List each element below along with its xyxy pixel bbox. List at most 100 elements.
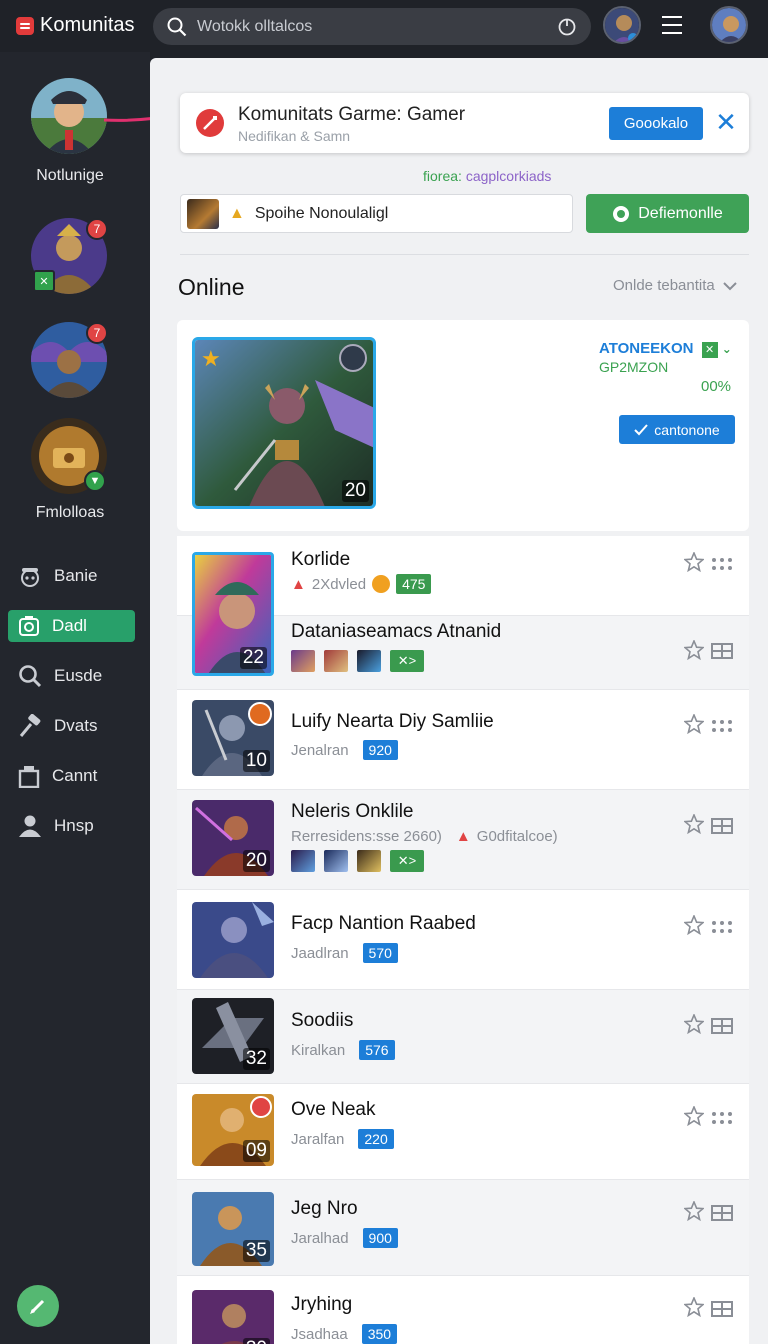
search-icon (167, 17, 187, 36)
list-item[interactable]: 22 Korlide ▲ 2Xdvled 475 (177, 536, 749, 676)
online-status-icon: ✕ (33, 270, 55, 292)
primary-action-button[interactable]: Defiemonlle (586, 194, 749, 233)
nav-item-hnsp[interactable]: Hnsp (8, 810, 135, 842)
tag-thumbnail (357, 650, 381, 672)
featured-image: ★ 20 (192, 337, 376, 509)
featured-card[interactable]: ★ 20 ATONEEKON ✕ ⌄ GP2MZON 00% cantonone (177, 320, 749, 531)
star-icon[interactable] (684, 814, 704, 834)
tag-thumbnail (324, 650, 348, 672)
game-thumbnail: 10 (192, 700, 274, 776)
app-brand[interactable]: Komunitas (16, 14, 135, 37)
menu-icon[interactable] (660, 12, 684, 38)
grid-icon[interactable] (711, 818, 733, 834)
chevron-down-icon[interactable]: ⌄ (722, 342, 732, 356)
list-item[interactable]: 20 Neleris Onklile Rerresidens:sse 2660)… (177, 790, 749, 890)
list-item[interactable]: 35 Jeg Nro Jaralhad 900 (177, 1180, 749, 1276)
sort-dropdown[interactable]: Onlde tebantita (613, 277, 737, 294)
nav-item-eusde[interactable]: Eusde (8, 660, 135, 692)
featured-action-label: cantonone (654, 421, 720, 438)
more-dots-icon[interactable] (711, 718, 733, 734)
star-icon[interactable] (684, 1106, 704, 1126)
pairing-value: cagplcorkiads (465, 168, 552, 184)
star-icon[interactable] (684, 1201, 704, 1221)
game-title: Neleris Onklile (291, 801, 414, 822)
level-badge: 35 (242, 1240, 270, 1262)
camera-icon (19, 616, 39, 636)
section-title: Online (178, 274, 245, 300)
profile-avatar-1[interactable] (31, 78, 107, 154)
grid-icon[interactable] (711, 1301, 733, 1317)
featured-action-button[interactable]: cantonone (619, 415, 735, 444)
box-icon (18, 766, 40, 788)
nav-item-dadl[interactable]: Dadl (8, 610, 135, 642)
game-title: Dataniaseamacs Atnanid (291, 621, 502, 642)
star-icon[interactable] (684, 552, 704, 572)
star-icon[interactable] (684, 640, 704, 660)
grid-icon[interactable] (711, 1018, 733, 1034)
list-item[interactable]: 10 Luify Nearta Diy Samliie Jenalran 920 (177, 690, 749, 790)
star-icon[interactable] (684, 915, 704, 935)
game-subtitle: Jsadhaa 350 (291, 1324, 398, 1344)
level-badge: 32 (242, 1048, 270, 1070)
star-icon[interactable] (684, 714, 704, 734)
more-dots-icon[interactable] (711, 919, 733, 935)
warning-icon: ▲ (229, 204, 245, 222)
list-item[interactable]: 09 Ove Neak Jaralfan 220 (177, 1084, 749, 1180)
star-icon[interactable] (684, 1014, 704, 1034)
list-item[interactable]: 30 Jryhing Jsadhaa 350 (177, 1276, 749, 1344)
nav-item-banie[interactable]: Banie (8, 560, 135, 592)
grid-icon[interactable] (711, 643, 733, 659)
score-pill: 576 (359, 1040, 395, 1060)
game-thumbnail: 32 (192, 998, 274, 1074)
nav-label: Dadl (52, 616, 87, 635)
search-bar[interactable] (153, 8, 591, 45)
rank-icon (248, 702, 272, 726)
game-subtitle: Kiralkan 576 (291, 1040, 395, 1060)
search-input[interactable] (197, 17, 547, 36)
game-subtitle-text: Jenalran (291, 741, 349, 759)
nav-label: Cannt (52, 766, 98, 785)
tag-thumbnail (324, 850, 348, 872)
friend-avatar[interactable] (603, 6, 641, 44)
game-title: Facp Nantion Raabed (291, 913, 476, 934)
grid-icon[interactable] (711, 1205, 733, 1221)
emoji-icon (372, 575, 391, 593)
level-badge: 10 (242, 750, 270, 772)
game-subtitle: Rerresidens:sse 2660) ▲ G0dfitalcoe) (291, 828, 558, 845)
refresh-icon[interactable] (557, 17, 577, 37)
user-avatar[interactable] (710, 6, 748, 44)
level-badge: 09 (242, 1140, 270, 1162)
gamepad-icon (21, 568, 39, 587)
game-title: Korlide (291, 549, 351, 570)
xbox-icon: ✕> (390, 650, 424, 672)
game-subtitle: Jenalran 920 (291, 740, 398, 760)
level-badge: 22 (239, 647, 267, 669)
list-item[interactable]: Facp Nantion Raabed Jaadlran 570 (177, 890, 749, 990)
list-item[interactable]: 32 Soodiis Kiralkan 576 (177, 990, 749, 1084)
warning-icon: ▲ (291, 575, 306, 593)
chat-icon (613, 205, 630, 222)
main-panel: Komunitats Garme: Gamer Nedifikan & Samn… (150, 58, 768, 1344)
status-thumbnail (187, 198, 219, 229)
compose-button[interactable] (17, 1285, 59, 1327)
search-icon (19, 665, 42, 688)
game-thumbnail: 20 (192, 800, 274, 876)
score-pill: 475 (396, 574, 432, 594)
primary-action-label: Defiemonlle (638, 204, 723, 222)
game-subtitle-text: Jaadlran (291, 944, 349, 962)
game-thumbnail: 30 (192, 1290, 274, 1344)
star-icon[interactable] (684, 1297, 704, 1317)
pairing-label: fiorea: (423, 168, 462, 184)
status-field[interactable]: ▲ Spoihe Nonoulaligl (180, 194, 573, 233)
nav-item-dvats[interactable]: Dvats (8, 710, 135, 742)
game-title: Soodiis (291, 1010, 354, 1031)
more-dots-icon[interactable] (711, 556, 733, 572)
notification-action-button[interactable]: Goookalo (609, 107, 703, 140)
close-icon[interactable]: ✕ (714, 109, 738, 135)
more-dots-icon[interactable] (711, 1110, 733, 1126)
game-subtitle: ▲ 2Xdvled 475 (291, 574, 432, 594)
nav-item-cannt[interactable]: Cannt (8, 760, 135, 792)
game-logo-icon (196, 109, 224, 137)
score-pill: 570 (362, 943, 398, 963)
pairing-text: fiorea: cagplcorkiads (423, 168, 551, 184)
